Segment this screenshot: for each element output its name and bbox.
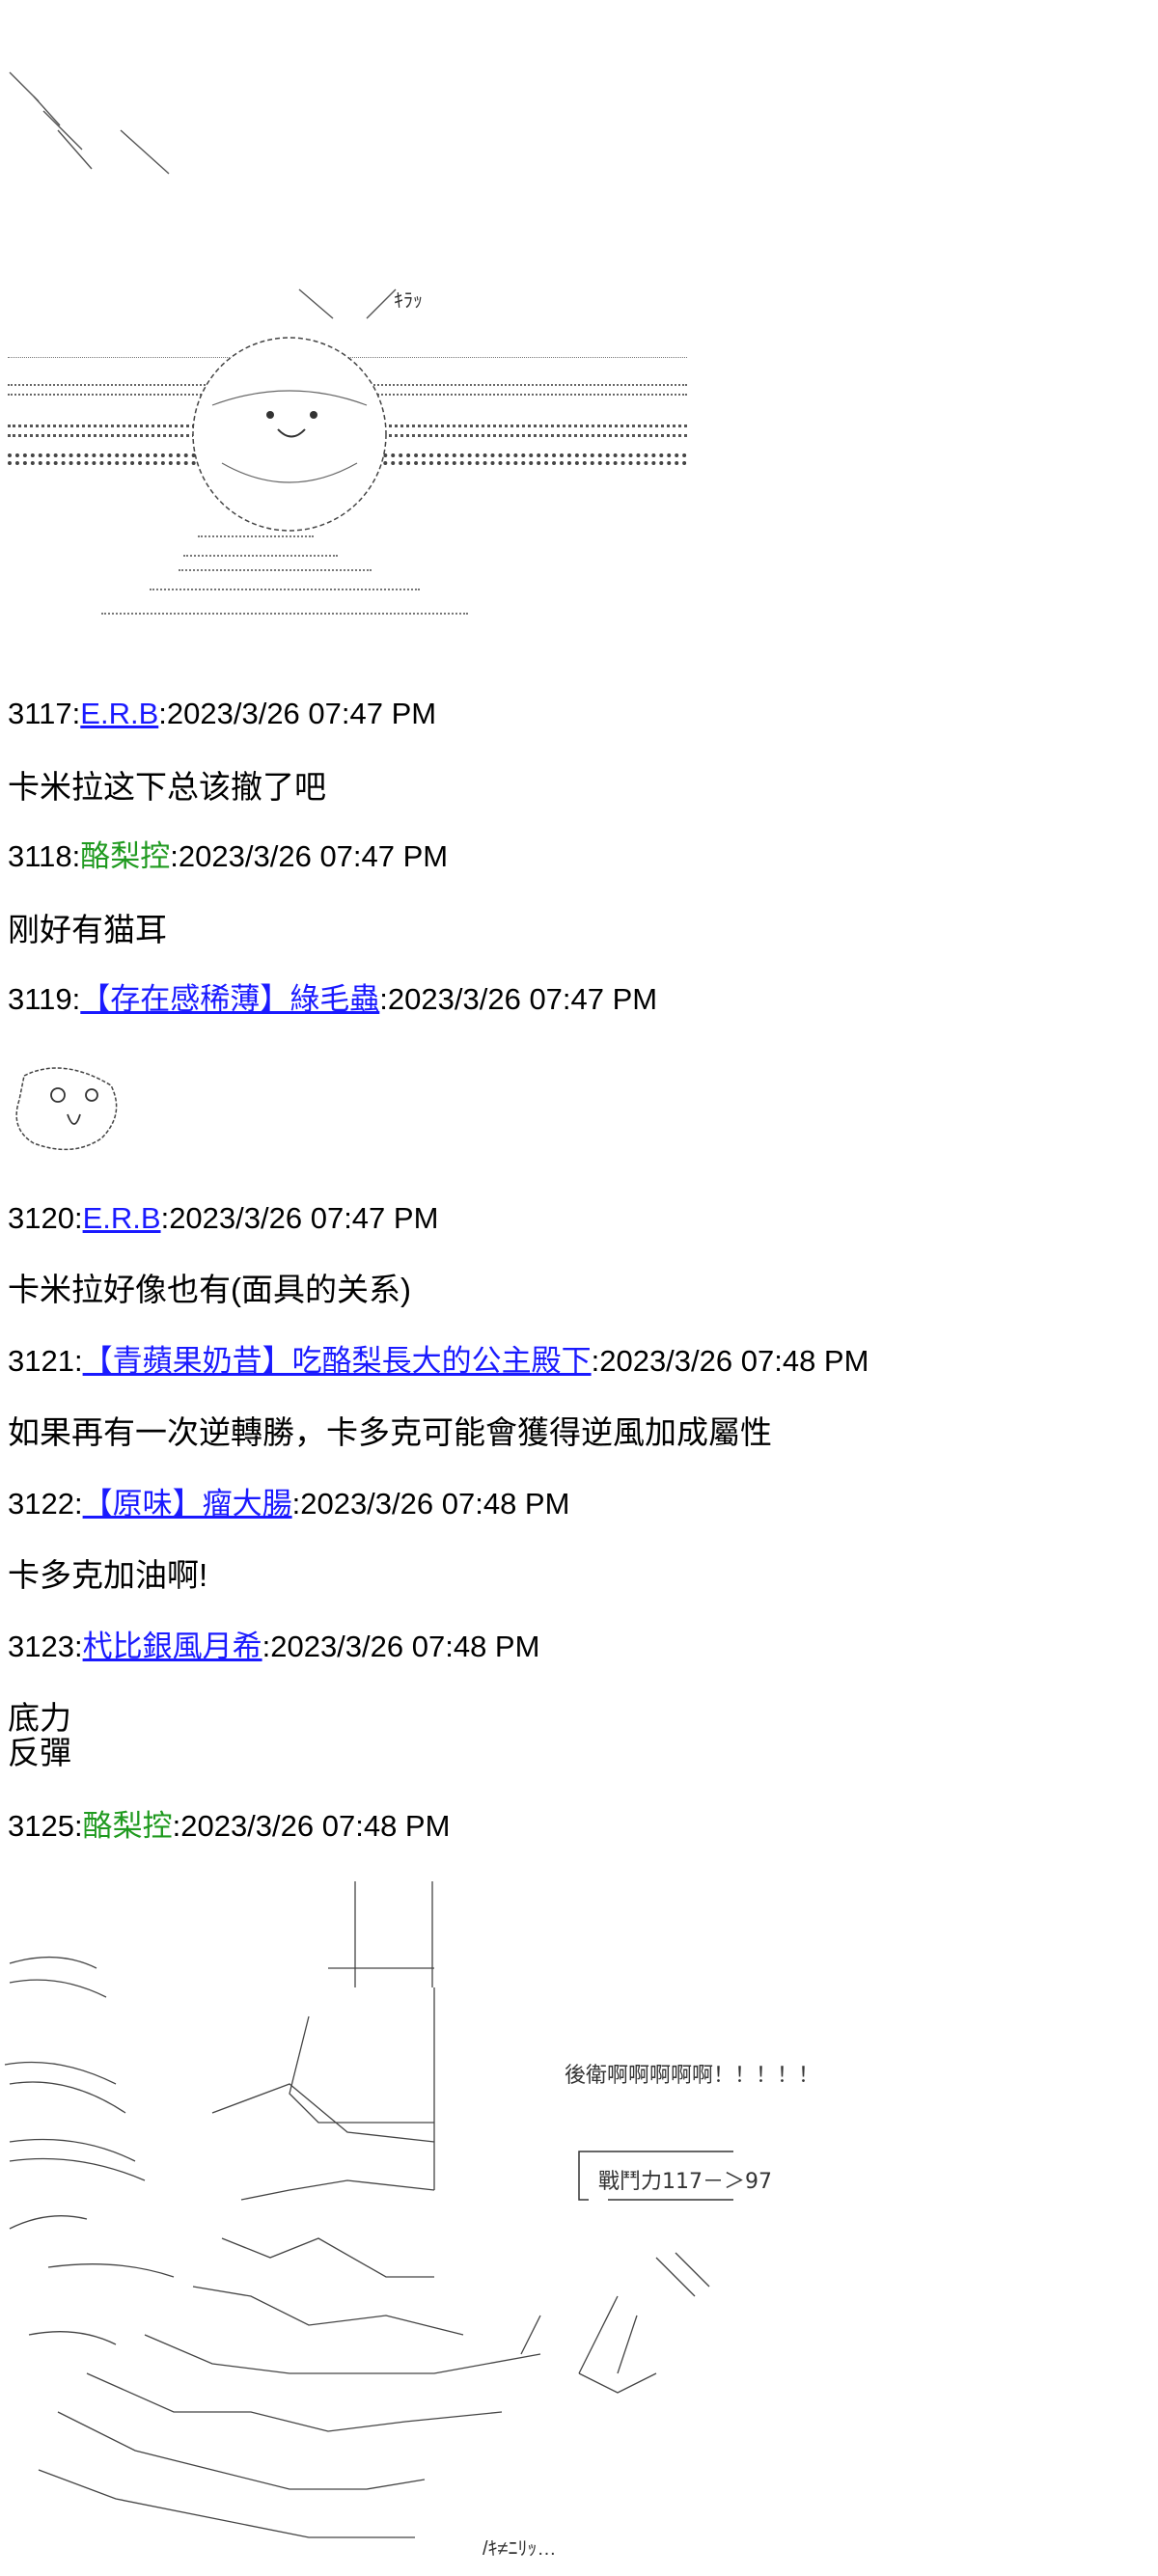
post-body: 反彈 [8, 1735, 71, 1770]
poster-name-link[interactable]: E.R.B [83, 1201, 161, 1235]
kira-sfx: ｷﾗｯ [394, 290, 423, 312]
battle-ascii-art [4, 1881, 733, 2538]
post-header: 3119:【存在感稀薄】綠毛蟲:2023/3/26 07:47 PM [8, 982, 658, 1016]
post-header: 3122:【原味】瘤大腸:2023/3/26 07:48 PM [8, 1487, 570, 1521]
bottom-sfx: /ｷ≠ﾆﾘｯ… [482, 2538, 557, 2560]
post-body: 如果再有一次逆轉勝，卡多克可能會獲得逆風加成屬性 [8, 1414, 772, 1450]
post-body: 底力 [8, 1700, 71, 1736]
post-body: 卡米拉这下总该撤了吧 [8, 769, 326, 805]
post-body: 卡多克加油啊! [8, 1557, 208, 1593]
shout-text: 後衛啊啊啊啊啊！！！！！ [565, 2064, 820, 2088]
poster-name-link[interactable]: 杙比銀風月希 [83, 1630, 262, 1663]
poster-name-link[interactable]: 【存在感稀薄】綠毛蟲 [80, 982, 379, 1016]
post-header: 3123:杙比銀風月希:2023/3/26 07:48 PM [8, 1630, 540, 1663]
sphere-art [192, 337, 387, 532]
post-body: 卡米拉好像也有(面具的关系) [8, 1272, 411, 1307]
poster-name-link[interactable]: E.R.B [80, 697, 158, 730]
poster-name: 酪梨控 [80, 839, 171, 873]
post-header: 3118:酪梨控:2023/3/26 07:47 PM [8, 839, 449, 873]
post-header: 3117:E.R.B:2023/3/26 07:47 PM [8, 697, 437, 730]
poster-name: 酪梨控 [82, 1809, 173, 1843]
post-header: 3125:酪梨控:2023/3/26 07:48 PM [8, 1809, 451, 1843]
poster-name-link[interactable]: 【青蘋果奶昔】吃酪梨長大的公主殿下 [83, 1344, 592, 1378]
power-level-label: 戰鬥力117－＞97 [598, 2170, 772, 2194]
post-header: 3121:【青蘋果奶昔】吃酪梨長大的公主殿下:2023/3/26 07:48 P… [8, 1344, 869, 1378]
post-header: 3120:E.R.B:2023/3/26 07:47 PM [8, 1201, 439, 1235]
poster-name-link[interactable]: 【原味】瘤大腸 [83, 1487, 292, 1521]
face-ascii-art [15, 1067, 118, 1151]
post-body: 刚好有猫耳 [8, 912, 167, 947]
